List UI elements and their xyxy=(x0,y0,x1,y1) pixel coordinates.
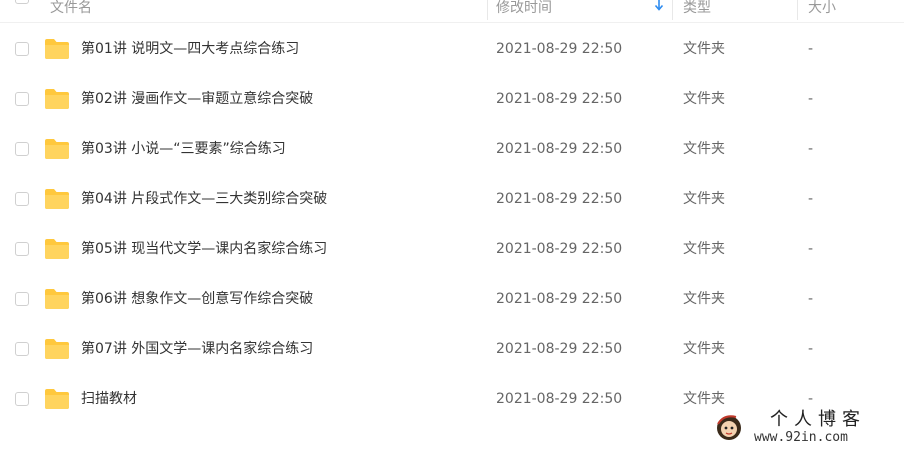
modified-time: 2021-08-29 22:50 xyxy=(496,41,623,57)
modified-time: 2021-08-29 22:50 xyxy=(496,191,623,207)
file-name[interactable]: 第03讲 小说—“三要素”综合练习 xyxy=(81,139,286,159)
folder-icon xyxy=(45,39,69,59)
file-type: 文件夹 xyxy=(683,341,725,357)
row-checkbox[interactable] xyxy=(15,392,29,406)
file-name[interactable]: 第07讲 外国文学—课内名家综合练习 xyxy=(81,339,313,359)
select-all-checkbox[interactable] xyxy=(15,0,29,4)
folder-icon xyxy=(45,289,69,309)
file-name[interactable]: 第05讲 现当代文学—课内名家综合练习 xyxy=(81,239,327,259)
table-header: 文件名 修改时间 类型 大小 xyxy=(0,0,904,23)
file-row[interactable]: 第02讲 漫画作文—审题立意综合突破 2021-08-29 22:50 文件夹 … xyxy=(0,74,904,124)
file-row[interactable]: 第05讲 现当代文学—课内名家综合练习 2021-08-29 22:50 文件夹… xyxy=(0,224,904,274)
file-size: - xyxy=(808,41,814,57)
modified-time: 2021-08-29 22:50 xyxy=(496,391,623,407)
modified-time: 2021-08-29 22:50 xyxy=(496,341,623,357)
file-type: 文件夹 xyxy=(683,41,725,57)
file-row[interactable]: 第06讲 想象作文—创意写作综合突破 2021-08-29 22:50 文件夹 … xyxy=(0,274,904,324)
file-size: - xyxy=(808,91,814,107)
row-checkbox[interactable] xyxy=(15,342,29,356)
modified-time: 2021-08-29 22:50 xyxy=(496,241,623,257)
column-header-time[interactable]: 修改时间 xyxy=(496,0,552,18)
file-type: 文件夹 xyxy=(683,241,725,257)
row-checkbox[interactable] xyxy=(15,292,29,306)
file-size: - xyxy=(808,291,814,307)
file-type: 文件夹 xyxy=(683,191,725,207)
file-size: - xyxy=(808,391,814,407)
column-header-name[interactable]: 文件名 xyxy=(50,0,92,18)
file-row[interactable]: 第03讲 小说—“三要素”综合练习 2021-08-29 22:50 文件夹 - xyxy=(0,124,904,174)
column-header-size[interactable]: 大小 xyxy=(808,0,836,18)
column-divider xyxy=(672,0,673,20)
file-name[interactable]: 第02讲 漫画作文—审题立意综合突破 xyxy=(81,89,313,109)
file-row[interactable]: 第04讲 片段式作文—三大类别综合突破 2021-08-29 22:50 文件夹… xyxy=(0,174,904,224)
modified-time: 2021-08-29 22:50 xyxy=(496,141,623,157)
watermark-title: 个人博客 xyxy=(770,409,866,430)
file-type: 文件夹 xyxy=(683,91,725,107)
folder-icon xyxy=(45,339,69,359)
folder-icon xyxy=(45,189,69,209)
avatar-logo-icon xyxy=(717,415,741,440)
row-checkbox[interactable] xyxy=(15,192,29,206)
file-type: 文件夹 xyxy=(683,291,725,307)
column-divider xyxy=(487,0,488,20)
column-header-type[interactable]: 类型 xyxy=(683,0,711,18)
file-name[interactable]: 第06讲 想象作文—创意写作综合突破 xyxy=(81,289,313,309)
file-size: - xyxy=(808,241,814,257)
file-size: - xyxy=(808,141,814,157)
row-checkbox[interactable] xyxy=(15,42,29,56)
file-name[interactable]: 第01讲 说明文—四大考点综合练习 xyxy=(81,39,299,59)
file-size: - xyxy=(808,191,814,207)
modified-time: 2021-08-29 22:50 xyxy=(496,91,623,107)
column-divider xyxy=(797,0,798,20)
row-checkbox[interactable] xyxy=(15,92,29,106)
file-name[interactable]: 扫描教材 xyxy=(81,389,137,409)
row-checkbox[interactable] xyxy=(15,242,29,256)
blog-watermark: 个人博客 www.92in.com xyxy=(708,408,898,448)
watermark-url: www.92in.com xyxy=(754,430,848,445)
sort-descending-icon[interactable] xyxy=(654,0,664,12)
file-row[interactable]: 第07讲 外国文学—课内名家综合练习 2021-08-29 22:50 文件夹 … xyxy=(0,324,904,374)
folder-icon xyxy=(45,89,69,109)
row-checkbox[interactable] xyxy=(15,142,29,156)
file-type: 文件夹 xyxy=(683,141,725,157)
file-row[interactable]: 第01讲 说明文—四大考点综合练习 2021-08-29 22:50 文件夹 - xyxy=(0,24,904,74)
folder-icon xyxy=(45,139,69,159)
folder-icon xyxy=(45,389,69,409)
folder-icon xyxy=(45,239,69,259)
file-size: - xyxy=(808,341,814,357)
file-name[interactable]: 第04讲 片段式作文—三大类别综合突破 xyxy=(81,189,327,209)
file-type: 文件夹 xyxy=(683,391,725,407)
modified-time: 2021-08-29 22:50 xyxy=(496,291,623,307)
